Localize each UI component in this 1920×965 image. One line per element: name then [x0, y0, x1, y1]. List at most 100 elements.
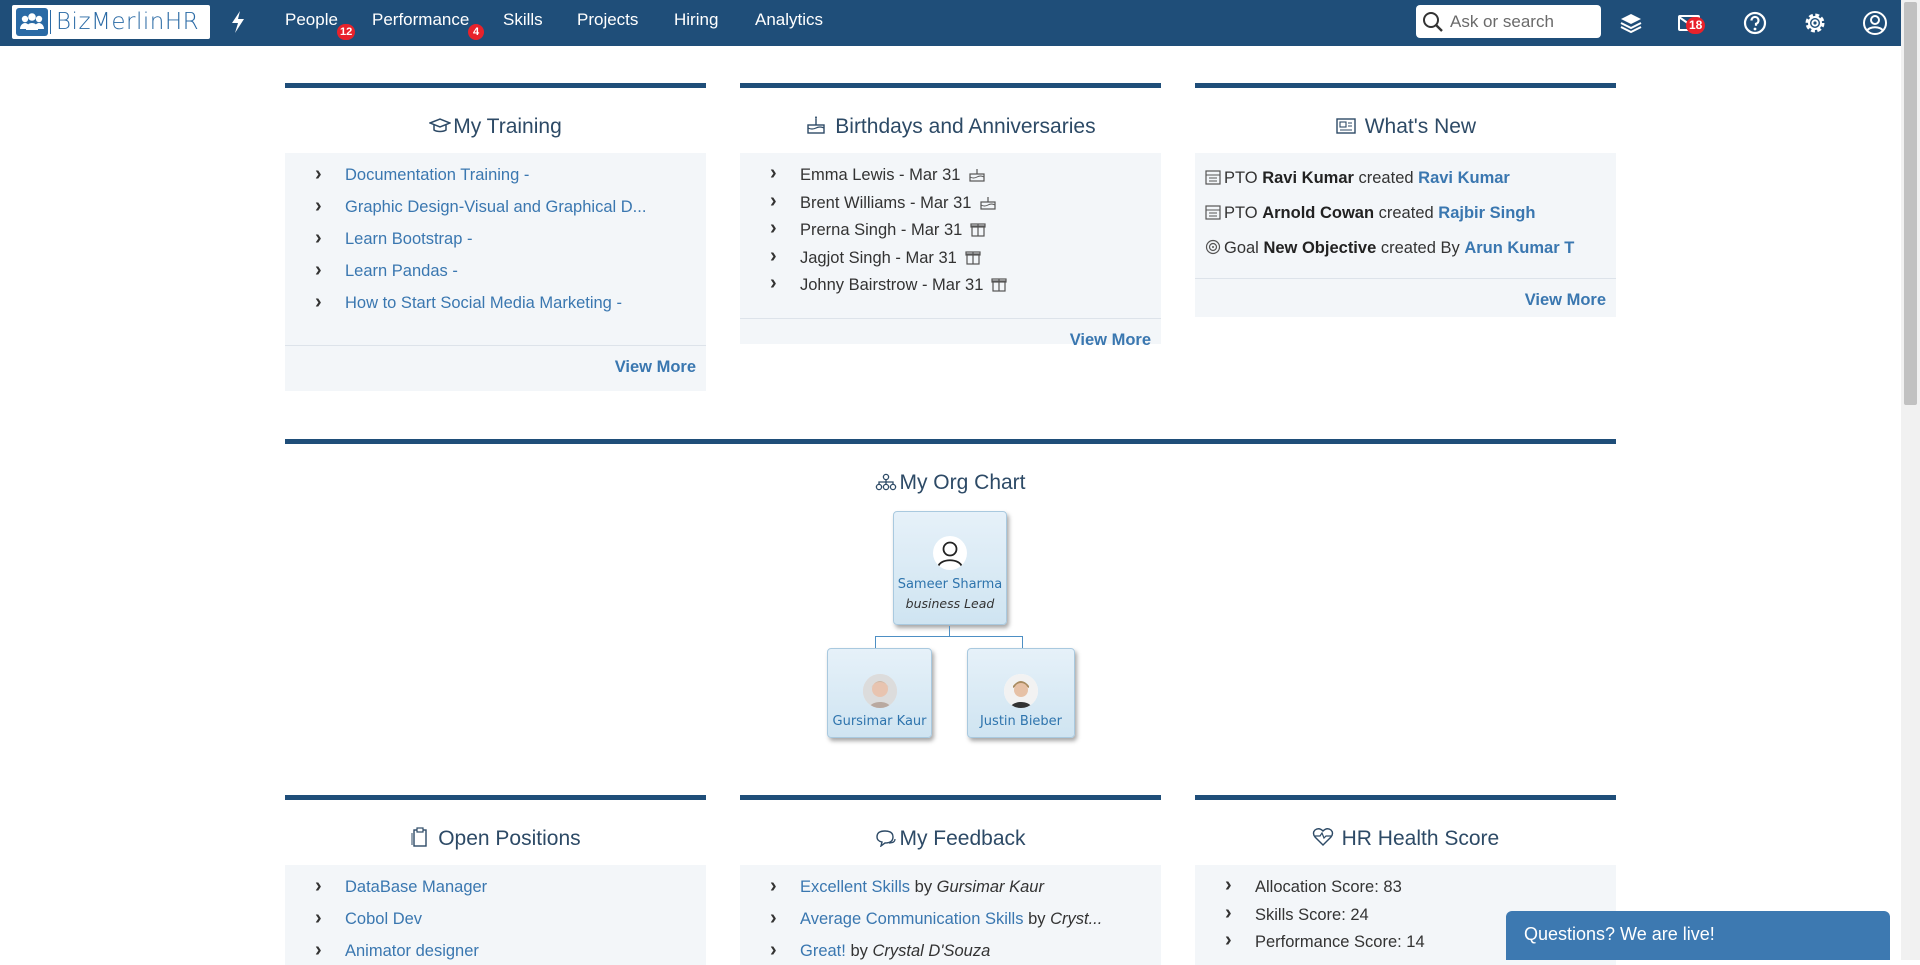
org-node-name: Sameer Sharma: [897, 577, 1003, 592]
inbox-badge: 18: [1686, 17, 1706, 34]
logo-text: BizMerlinHR: [56, 9, 200, 35]
nav-people[interactable]: People 12: [285, 10, 356, 40]
feedback-link[interactable]: Average Communication Skills: [800, 910, 1023, 928]
search-input[interactable]: [1450, 11, 1600, 32]
nav-hiring[interactable]: Hiring: [674, 10, 718, 30]
birthday-text: Jagjot Singh - Mar 31: [800, 248, 957, 267]
birthdays-title: Birthdays and Anniversaries: [740, 112, 1161, 142]
training-link[interactable]: Documentation Training -: [345, 166, 529, 184]
feedback-item: Average Communication Skills by Cryst...: [770, 903, 1161, 935]
whats-new-footer: View More: [1195, 278, 1616, 322]
people-logo-icon: [16, 8, 48, 36]
whats-new-card: What's New PTO Ravi Kumar created Ravi K…: [1195, 83, 1616, 317]
nav-analytics[interactable]: Analytics: [755, 10, 823, 30]
training-item[interactable]: Documentation Training -: [315, 159, 706, 191]
position-item[interactable]: DataBase Manager: [315, 871, 706, 903]
nav-performance[interactable]: Performance 4: [372, 10, 484, 40]
news-item: PTO Ravi Kumar created Ravi Kumar: [1205, 161, 1608, 196]
training-link[interactable]: How to Start Social Media Marketing -: [345, 294, 622, 312]
org-chart-icon: [876, 473, 897, 491]
birthdays-card: Birthdays and Anniversaries Emma Lewis -…: [740, 83, 1161, 349]
org-node-role: business Lead: [905, 596, 995, 611]
feedback-link[interactable]: Great!: [800, 942, 846, 960]
whats-new-body: PTO Ravi Kumar created Ravi Kumar PTO Ar…: [1195, 153, 1616, 317]
birthdays-view-more-link[interactable]: View More: [1070, 331, 1151, 349]
nav-projects[interactable]: Projects: [577, 10, 638, 30]
clipboard-icon: [411, 827, 428, 847]
org-node-root[interactable]: Sameer Sharma business Lead: [893, 511, 1007, 625]
feedback-link[interactable]: Excellent Skills: [800, 878, 910, 896]
feedback-item: Great! by Crystal D'Souza: [770, 935, 1161, 965]
scrollbar-thumb[interactable]: [1904, 2, 1917, 405]
birthdays-body: Emma Lewis - Mar 31 Brent Williams - Mar…: [740, 153, 1161, 349]
birthday-text: Johny Bairstrow - Mar 31: [800, 276, 984, 294]
feedback-by: by: [1028, 910, 1046, 928]
org-node-name: Justin Bieber: [979, 714, 1063, 729]
inbox-icon[interactable]: 18: [1677, 10, 1706, 36]
position-item[interactable]: Cobol Dev: [315, 903, 706, 935]
training-item[interactable]: Graphic Design-Visual and Graphical D...: [315, 191, 706, 223]
training-item[interactable]: Learn Bootstrap -: [315, 223, 706, 255]
live-chat-button[interactable]: Questions? We are live!: [1506, 911, 1890, 960]
open-positions-title-text: Open Positions: [438, 827, 581, 850]
birthday-item: Prerna Singh - Mar 31: [770, 217, 1161, 245]
training-link[interactable]: Learn Pandas -: [345, 262, 458, 280]
feedback-by: by: [850, 942, 868, 960]
quick-actions-bolt-icon[interactable]: [229, 10, 247, 34]
org-node-child[interactable]: Justin Bieber: [967, 648, 1075, 738]
cake-icon: [807, 116, 826, 134]
feedback-person: Crystal D'Souza: [872, 942, 991, 960]
news-prefix: PTO: [1224, 204, 1258, 222]
whats-new-title: What's New: [1195, 112, 1616, 142]
news-verb: created By: [1380, 239, 1460, 257]
chat-bubbles-icon: [876, 830, 897, 848]
news-item: Goal New Objective created By Arun Kumar…: [1205, 231, 1608, 266]
training-item[interactable]: Learn Pandas -: [315, 255, 706, 287]
training-link[interactable]: Learn Bootstrap -: [345, 230, 473, 248]
gift-icon: [970, 223, 986, 237]
my-feedback-title-text: My Feedback: [899, 827, 1026, 850]
training-footer: View More: [285, 345, 706, 389]
page-scrollbar[interactable]: [1901, 0, 1920, 960]
user-profile-icon[interactable]: [1862, 10, 1888, 36]
feedback-by: by: [914, 878, 933, 896]
news-subject: Arnold Cowan: [1262, 204, 1375, 222]
position-link[interactable]: Animator designer: [345, 942, 479, 960]
news-person-link[interactable]: Ravi Kumar: [1418, 169, 1510, 187]
logo-divider: [50, 10, 51, 34]
settings-gear-icon[interactable]: [1802, 10, 1828, 36]
news-person-link[interactable]: Rajbir Singh: [1438, 204, 1535, 222]
whats-new-view-more-link[interactable]: View More: [1525, 291, 1606, 309]
training-link[interactable]: Graphic Design-Visual and Graphical D...: [345, 198, 646, 216]
feedback-item: Excellent Skills by Gursimar Kaur: [770, 871, 1161, 903]
open-positions-title: Open Positions: [285, 824, 706, 854]
birthday-item: Emma Lewis - Mar 31: [770, 162, 1161, 190]
org-chart-title: My Org Chart: [285, 468, 1616, 498]
my-training-title: My Training: [285, 112, 706, 142]
news-person-link[interactable]: Arun Kumar T: [1464, 239, 1574, 257]
search-box[interactable]: [1416, 5, 1601, 38]
gift-icon: [965, 250, 981, 265]
hr-health-title-text: HR Health Score: [1341, 827, 1500, 850]
nav-performance-label: Performance: [372, 10, 470, 29]
training-view-more-link[interactable]: View More: [615, 358, 696, 376]
search-icon: [1423, 11, 1443, 32]
open-positions-body: DataBase Manager Cobol Dev Animator desi…: [285, 865, 706, 965]
nav-skills[interactable]: Skills: [503, 10, 543, 30]
news-verb: created: [1358, 169, 1414, 187]
position-item[interactable]: Animator designer: [315, 935, 706, 965]
app-logo[interactable]: BizMerlinHR: [12, 5, 210, 39]
org-connector: [875, 636, 876, 648]
org-connector: [1022, 636, 1023, 648]
position-link[interactable]: DataBase Manager: [345, 878, 487, 896]
layers-icon[interactable]: [1618, 10, 1644, 36]
whats-new-title-text: What's New: [1364, 115, 1477, 138]
calendar-icon: [1205, 170, 1221, 185]
nav-people-label: People: [285, 10, 338, 29]
birthday-text: Emma Lewis - Mar 31: [800, 166, 961, 184]
gift-icon: [991, 278, 1008, 292]
org-node-child[interactable]: Gursimar Kaur: [827, 648, 932, 738]
training-item[interactable]: How to Start Social Media Marketing -: [315, 287, 706, 319]
position-link[interactable]: Cobol Dev: [345, 910, 422, 928]
help-icon[interactable]: [1742, 10, 1768, 36]
